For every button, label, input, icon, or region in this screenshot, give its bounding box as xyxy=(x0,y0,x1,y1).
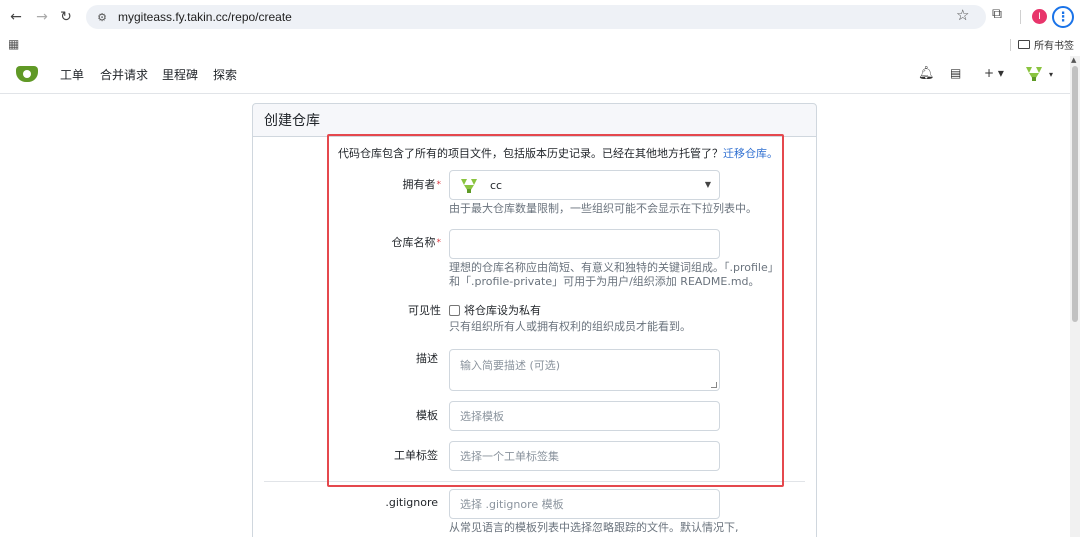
owner-dropdown[interactable]: cc ▼ xyxy=(449,170,720,200)
stopwatch-icon[interactable]: ▤ xyxy=(950,66,961,80)
chevron-down-icon: ▼ xyxy=(704,180,711,189)
owner-value: cc xyxy=(490,179,503,192)
user-avatar-icon[interactable] xyxy=(1024,64,1044,84)
bookmarks-separator xyxy=(1010,39,1011,51)
template-label: 模板 xyxy=(416,409,438,422)
section-divider xyxy=(264,481,805,482)
reload-icon[interactable]: ↻ xyxy=(56,7,76,27)
description-label: 描述 xyxy=(416,352,438,365)
create-menu-button[interactable]: + ▾ xyxy=(984,66,1004,80)
all-bookmarks-label: 所有书签 xyxy=(1034,41,1074,52)
owner-label: 拥有者* xyxy=(321,178,442,192)
repo-name-input[interactable] xyxy=(449,229,720,259)
profile-avatar[interactable]: I xyxy=(1032,9,1047,24)
bookmarks-bar: ▦ 所有书签 xyxy=(0,34,1080,56)
repo-name-label: 仓库名称* xyxy=(321,236,442,250)
issue-labels-dropdown[interactable]: 选择一个工单标签集 xyxy=(449,441,720,471)
description-textarea[interactable]: 输入简要描述 (可选) xyxy=(449,349,720,391)
scroll-up-icon[interactable]: ▲ xyxy=(1071,56,1076,64)
template-placeholder: 选择模板 xyxy=(460,410,504,423)
extensions-icon[interactable]: ⧉ xyxy=(992,6,1002,22)
browser-menu-icon[interactable]: ⋮ xyxy=(1052,6,1074,28)
create-repo-header: 创建仓库 xyxy=(252,103,817,137)
repo-name-help-line2: 和「.profile-private」可用于为用户/组织添加 README.md… xyxy=(449,275,760,288)
description-placeholder: 输入简要描述 (可选) xyxy=(460,359,561,372)
page-scrollbar[interactable]: ▲ xyxy=(1070,56,1080,537)
repo-name-help-line1: 理想的仓库名称应由简短、有意义和独特的关键词组成。「.profile」 xyxy=(449,261,779,274)
address-bar[interactable]: ⚙ mygiteass.fy.takin.cc/repo/create xyxy=(86,5,986,29)
repo-name-label-text: 仓库名称 xyxy=(391,236,436,249)
intro-message: 代码仓库包含了所有的项目文件，包括版本历史记录。已经在其他地方托管了？ xyxy=(338,147,723,160)
gitignore-help: 从常见语言的模板列表中选择忽略跟踪的文件。默认情况下, xyxy=(449,521,739,534)
resize-handle-icon[interactable] xyxy=(711,382,717,388)
page-title: 创建仓库 xyxy=(264,113,320,129)
owner-help: 由于最大仓库数量限制，一些组织可能不会显示在下拉列表中。 xyxy=(449,202,757,215)
nav-issues[interactable]: 工单 xyxy=(60,67,84,83)
owner-label-text: 拥有者 xyxy=(402,178,436,191)
gitignore-dropdown[interactable]: 选择 .gitignore 模板 xyxy=(449,489,720,519)
issue-labels-label: 工单标签 xyxy=(394,449,438,462)
notification-bell-icon[interactable]: 🔔︎ xyxy=(918,66,935,81)
private-checkbox[interactable] xyxy=(449,305,460,316)
owner-avatar-icon xyxy=(461,179,477,193)
required-marker: * xyxy=(436,238,442,248)
nav-milestones[interactable]: 里程碑 xyxy=(162,67,198,83)
scroll-thumb[interactable] xyxy=(1072,66,1078,322)
bookmark-star-icon[interactable]: ☆ xyxy=(956,6,969,24)
browser-toolbar: ← → ↻ ⚙ mygiteass.fy.takin.cc/repo/creat… xyxy=(0,0,1080,34)
app-navbar: 工单 合并请求 里程碑 探索 🔔︎ ▤ + ▾ ▾ xyxy=(0,56,1070,94)
nav-explore[interactable]: 探索 xyxy=(213,67,237,83)
toolbar-separator xyxy=(1020,10,1021,24)
back-icon[interactable]: ← xyxy=(6,7,26,27)
all-bookmarks-folder[interactable]: 所有书签 xyxy=(1018,37,1074,52)
template-dropdown[interactable]: 选择模板 xyxy=(449,401,720,431)
folder-icon xyxy=(1018,40,1030,49)
nav-pull-requests[interactable]: 合并请求 xyxy=(100,67,148,83)
visibility-label: 可见性 xyxy=(408,304,441,317)
gitignore-placeholder: 选择 .gitignore 模板 xyxy=(460,498,564,511)
issue-labels-placeholder: 选择一个工单标签集 xyxy=(460,450,559,463)
apps-grid-icon[interactable]: ▦ xyxy=(8,37,19,51)
required-marker: * xyxy=(436,180,442,190)
forward-icon[interactable]: → xyxy=(32,7,52,27)
intro-text: 代码仓库包含了所有的项目文件，包括版本历史记录。已经在其他地方托管了？迁移仓库。 xyxy=(338,147,778,161)
site-settings-icon[interactable]: ⚙ xyxy=(94,9,110,25)
gitignore-label: .gitignore xyxy=(385,496,438,509)
gitea-logo-icon[interactable] xyxy=(16,66,38,82)
visibility-help: 只有组织所有人或拥有权利的组织成员才能看到。 xyxy=(449,320,691,333)
url-text[interactable]: mygiteass.fy.takin.cc/repo/create xyxy=(118,9,292,25)
avatar-caret-icon[interactable]: ▾ xyxy=(1049,70,1053,79)
private-checkbox-label[interactable]: 将仓库设为私有 xyxy=(464,304,541,318)
migrate-repo-link[interactable]: 迁移仓库。 xyxy=(723,147,778,160)
